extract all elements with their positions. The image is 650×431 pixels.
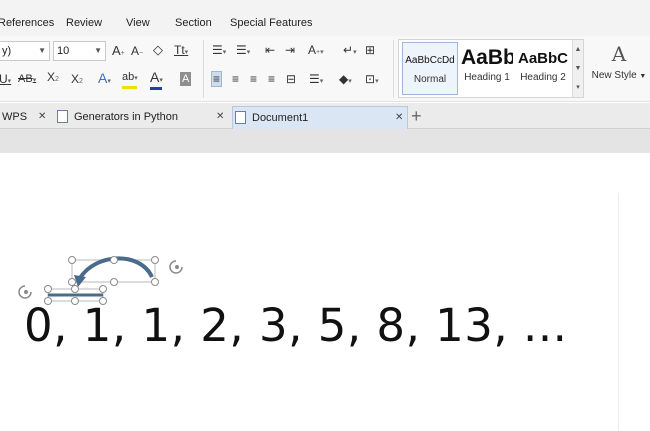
justify-icon[interactable]: ≡ bbox=[268, 72, 275, 86]
close-icon[interactable]: ✕ bbox=[395, 107, 403, 129]
increase-indent-icon[interactable]: ⇥ bbox=[285, 43, 295, 57]
close-icon[interactable]: ✕ bbox=[216, 106, 224, 128]
clear-format-icon[interactable]: ◇ bbox=[153, 43, 163, 57]
font-size-select[interactable]: 10 ▼ bbox=[53, 41, 106, 61]
style-name: Normal bbox=[413, 74, 447, 85]
line-spacing-icon[interactable]: ☰▾ bbox=[309, 72, 323, 89]
menu-references[interactable]: References bbox=[0, 17, 54, 29]
new-style-icon: A bbox=[611, 42, 627, 66]
font-name-value: y) bbox=[2, 45, 12, 57]
strikethrough-icon[interactable]: AB▾ bbox=[18, 72, 36, 88]
chevron-down-icon: ▼ bbox=[639, 73, 647, 80]
bullets-icon[interactable]: ☰▾ bbox=[212, 43, 226, 60]
tab-generators-in-python[interactable]: Generators in Python ✕ bbox=[57, 106, 229, 129]
curved-arrow-shape[interactable] bbox=[0, 153, 650, 431]
page-margin-band bbox=[0, 129, 650, 153]
chevron-down-icon: ▼ bbox=[94, 46, 102, 55]
fibonacci-text[interactable]: 0, 1, 1, 2, 3, 5, 8, 13, ... bbox=[24, 299, 567, 352]
distributed-icon[interactable]: ⊟ bbox=[286, 72, 296, 86]
underline-icon[interactable]: U▾ bbox=[0, 72, 11, 89]
tab-document1[interactable]: Document1 ✕ bbox=[232, 106, 408, 129]
ribbon-divider bbox=[203, 40, 204, 98]
wps-writer-window: References Review View Section Special F… bbox=[0, 0, 650, 431]
new-style-button[interactable]: A New Style ▼ bbox=[590, 42, 648, 81]
style-heading-2[interactable]: AaBbC Heading 2 bbox=[515, 42, 571, 95]
shrink-font-icon[interactable]: A− bbox=[131, 44, 143, 61]
menu-view[interactable]: View bbox=[126, 17, 150, 29]
style-name: Heading 1 bbox=[464, 72, 510, 83]
grow-font-icon[interactable]: A+ bbox=[112, 44, 125, 61]
font-size-adjust-icon[interactable]: A+▾ bbox=[308, 43, 324, 60]
ribbon-divider bbox=[393, 40, 394, 98]
style-sample: AaBbC bbox=[517, 50, 568, 67]
style-name: Heading 2 bbox=[520, 72, 566, 83]
decrease-indent-icon[interactable]: ⇤ bbox=[265, 43, 275, 57]
align-right-icon[interactable]: ≡ bbox=[250, 72, 257, 86]
style-heading-1[interactable]: AaBb Heading 1 bbox=[461, 42, 513, 95]
tab-label: Document1 bbox=[252, 112, 309, 124]
menu-special-features[interactable]: Special Features bbox=[230, 17, 313, 29]
document-icon bbox=[235, 110, 246, 124]
highlight-color-bar bbox=[122, 86, 137, 89]
close-icon[interactable]: ✕ bbox=[38, 106, 46, 128]
home-ribbon: y) ▼ 10 ▼ A+ A− ◇ Tt▾ U▾ AB▾ X2 X2 A▾ ab… bbox=[0, 36, 650, 102]
styles-gallery: AaBbCcDd Normal AaBb Heading 1 AaBbC Hea… bbox=[398, 39, 584, 98]
align-center-icon[interactable]: ≡ bbox=[232, 72, 239, 86]
chevron-up-icon[interactable]: ▲ bbox=[573, 40, 583, 59]
text-tools-icon[interactable]: Tt▾ bbox=[174, 43, 188, 60]
character-shading-icon[interactable]: A bbox=[180, 72, 192, 86]
shading-icon[interactable]: ◆▾ bbox=[339, 72, 352, 89]
font-color-bar bbox=[150, 87, 162, 90]
new-style-label: New Style bbox=[591, 70, 637, 81]
borders-icon[interactable]: ⊡▾ bbox=[365, 72, 379, 89]
numbering-icon[interactable]: ☰▾ bbox=[236, 43, 250, 60]
document-tab-bar: WPS ✕ Generators in Python ✕ Document1 ✕… bbox=[0, 103, 650, 129]
document-icon bbox=[57, 109, 68, 123]
highlight-color-icon[interactable]: ab▾ bbox=[122, 70, 138, 86]
style-sample: AaBbCcDd bbox=[405, 55, 455, 66]
style-sample: AaBb bbox=[461, 46, 513, 69]
menu-bar: References Review View Section Special F… bbox=[0, 0, 650, 36]
paragraph-mark-icon[interactable]: ↵▾ bbox=[343, 43, 357, 60]
chevron-down-icon: ▼ bbox=[38, 46, 46, 55]
font-name-select[interactable]: y) ▼ bbox=[0, 41, 50, 61]
menu-review[interactable]: Review bbox=[66, 17, 102, 29]
table-icon[interactable]: ⊞ bbox=[365, 43, 375, 57]
font-color-icon[interactable]: A▾ bbox=[150, 70, 163, 88]
menu-section[interactable]: Section bbox=[175, 17, 212, 29]
add-tab-icon[interactable]: + bbox=[411, 107, 422, 125]
text-effects-icon[interactable]: A▾ bbox=[98, 71, 111, 89]
tab-label: Generators in Python bbox=[74, 111, 178, 123]
superscript-icon[interactable]: X2 bbox=[47, 70, 59, 87]
chevron-down-icon[interactable]: ▼ bbox=[573, 59, 583, 78]
tab-label: WPS bbox=[2, 111, 28, 123]
tab-wps[interactable]: WPS ✕ bbox=[0, 106, 52, 129]
subscript-icon[interactable]: X2 bbox=[71, 72, 83, 89]
align-left-icon[interactable]: ≡ bbox=[211, 71, 223, 87]
document-page[interactable]: 0, 1, 1, 2, 3, 5, 8, 13, ... bbox=[0, 153, 650, 431]
styles-scroller[interactable]: ▲ ▼ ▾ bbox=[572, 40, 583, 97]
more-styles-icon[interactable]: ▾ bbox=[573, 78, 583, 97]
style-normal[interactable]: AaBbCcDd Normal bbox=[402, 42, 458, 95]
font-size-value: 10 bbox=[57, 45, 70, 57]
